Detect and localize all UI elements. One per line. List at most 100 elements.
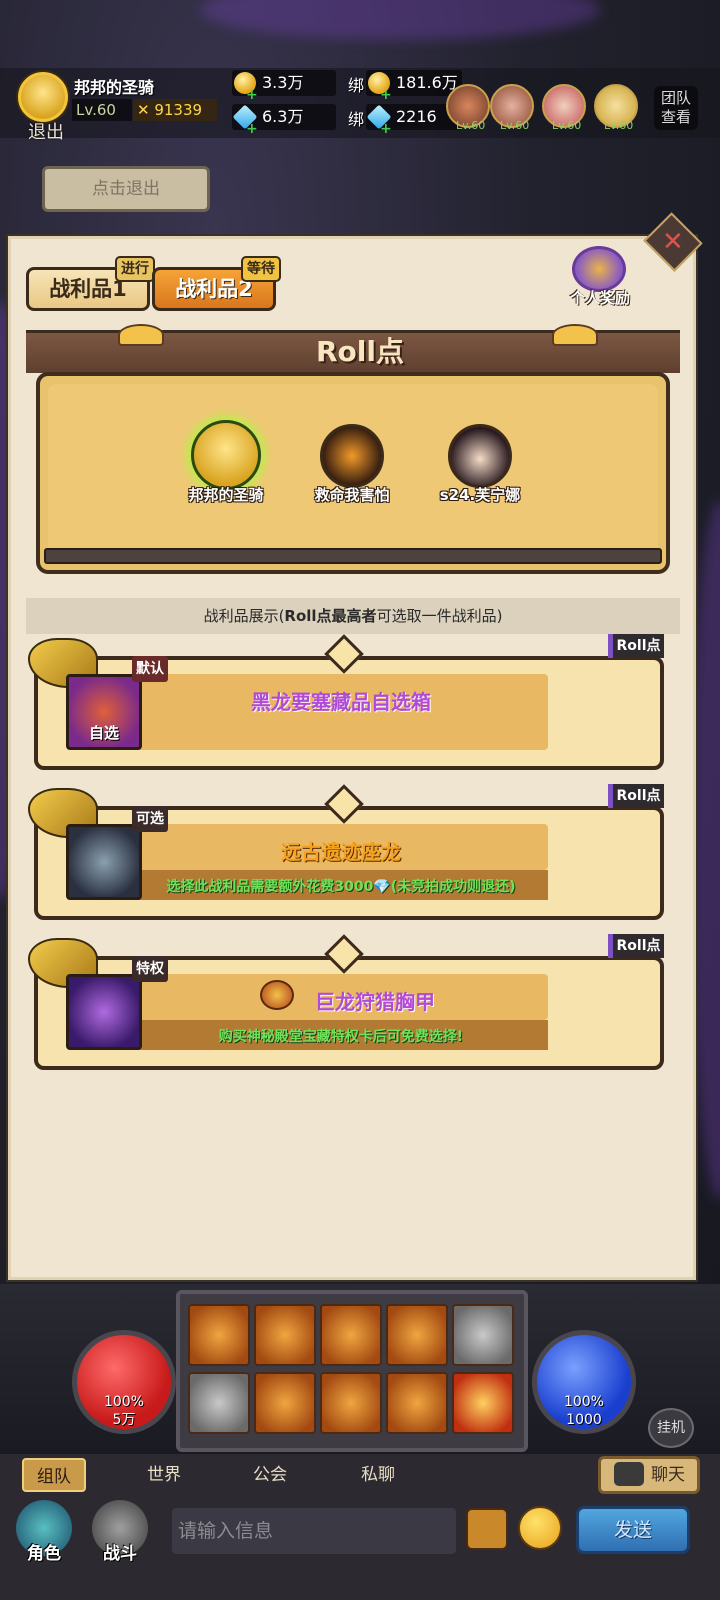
bound-label: 绑 xyxy=(348,110,365,129)
skill-slot-icon[interactable] xyxy=(254,1304,316,1366)
close-icon: ✕ xyxy=(662,226,684,257)
team-level: Lv.60 xyxy=(456,119,486,132)
bound-label: 绑 xyxy=(348,76,365,95)
caption-prefix: 战利品展示( xyxy=(203,607,285,625)
loot-name: 巨龙狩猎胸甲 xyxy=(315,990,435,1014)
tab-loot-1[interactable]: 战利品1 进行 xyxy=(26,256,155,311)
personal-reward-label: 个人奖励 xyxy=(569,289,630,307)
player-level: Lv.60 xyxy=(72,99,132,121)
role-label: 角色 xyxy=(27,1544,61,1564)
caption-suffix: 可选取一件战利品) xyxy=(376,607,503,625)
loot-tag: 默认 xyxy=(132,656,168,682)
exit-label[interactable]: 退出 xyxy=(28,118,64,144)
game-screen: 退出 邦邦的圣骑 Lv.60 ✕ 91339 + 3.3万 + 6.3万 绑 +… xyxy=(0,0,720,1600)
player-power: ✕ 91339 xyxy=(133,99,217,121)
gem-display[interactable]: + 6.3万 xyxy=(232,104,336,137)
caption-bold: Roll点最高者 xyxy=(284,607,377,625)
skill-slot-icon[interactable] xyxy=(452,1372,514,1434)
skill-grid xyxy=(176,1290,528,1452)
hp-value: 5万 xyxy=(112,1412,136,1428)
bound-gold-display[interactable]: + 181.6万 xyxy=(366,70,462,103)
gold-display[interactable]: + 3.3万 xyxy=(232,70,336,103)
loot-tag: 特权 xyxy=(132,956,168,982)
add-icon: + xyxy=(246,121,258,137)
bag-icon[interactable] xyxy=(466,1508,508,1550)
player-name: 邦邦的圣骑 xyxy=(74,78,155,97)
battle-label: 战斗 xyxy=(103,1544,137,1564)
click-exit-button[interactable]: 点击退出 xyxy=(42,166,210,212)
roll-point-button[interactable]: Roll点 xyxy=(608,634,664,658)
team-avatar[interactable]: Lv.60 xyxy=(542,84,586,132)
hp-pct: 100% xyxy=(103,1394,145,1410)
icon-label: 自选 xyxy=(88,724,119,742)
emoji-icon[interactable] xyxy=(518,1506,562,1550)
roll-player-name: 邦邦的圣骑 xyxy=(188,486,264,504)
gold-value: 3.3万 xyxy=(262,73,304,92)
skill-slot-icon[interactable] xyxy=(320,1304,382,1366)
player-avatar[interactable] xyxy=(18,72,68,122)
gem-value: 6.3万 xyxy=(262,107,304,126)
tab-status-badge: 进行 xyxy=(115,256,155,282)
mp-orb: 100% 1000 xyxy=(532,1330,636,1434)
roll-player-name: s24.芙宁娜 xyxy=(439,486,521,504)
skill-slot-icon[interactable] xyxy=(188,1304,250,1366)
roll-player-name: 救命我害怕 xyxy=(314,486,390,504)
auto-battle-button[interactable]: 挂机 xyxy=(648,1408,694,1448)
roll-point-button[interactable]: Roll点 xyxy=(608,784,664,808)
loot-subtext: 选择此战利品需要额外花费3000💎(未竞拍成功则退还) xyxy=(166,879,516,895)
tab-label: 战利品2 xyxy=(175,277,253,301)
tab-loot-2[interactable]: 战利品2 等待 xyxy=(152,256,281,311)
loot-subtext: 购买神秘殿堂宝藏特权卡后可免费选择! xyxy=(218,1029,464,1045)
team-avatar[interactable]: Lv.60 xyxy=(490,84,534,132)
hp-text: 100% 5万 xyxy=(77,1393,171,1429)
treasure-chest-icon xyxy=(572,246,626,292)
skill-slot-icon[interactable] xyxy=(188,1372,250,1434)
role-button[interactable]: 角色 xyxy=(16,1500,72,1564)
team-avatar[interactable]: Lv.60 xyxy=(446,84,490,132)
ancient-dragon-mount-icon xyxy=(66,824,142,900)
chat-input[interactable]: 请输入信息 xyxy=(172,1508,456,1554)
mp-text: 100% 1000 xyxy=(537,1393,631,1429)
team-level: Lv.60 xyxy=(552,119,582,132)
roll-player-avatar[interactable] xyxy=(320,424,384,488)
personal-reward-button[interactable]: 个人奖励 xyxy=(568,242,632,307)
tab-status-badge: 等待 xyxy=(241,256,281,282)
loot-item[interactable]: Roll点 可选 远古遗迹座龙 选择此战利品需要额外花费3000💎(未竞拍成功则… xyxy=(28,784,664,920)
roll-point-button[interactable]: Roll点 xyxy=(608,934,664,958)
send-button[interactable]: 发送 xyxy=(576,1506,690,1554)
bound-gold-value: 181.6万 xyxy=(396,73,458,92)
loot-item[interactable]: Roll点 自选 默认 黑龙要塞藏品自选箱 xyxy=(28,634,664,770)
skill-slot-icon[interactable] xyxy=(386,1304,448,1366)
chest-armor-icon xyxy=(66,974,142,1050)
chat-bubble-icon xyxy=(614,1462,644,1486)
loot-name: 黑龙要塞藏品自选箱 xyxy=(251,690,431,714)
roll-progress-bar xyxy=(44,548,662,564)
chat-tab-world[interactable]: 世界 xyxy=(132,1458,196,1492)
loot-name: 远古遗迹座龙 xyxy=(281,840,401,864)
bound-gem-value: 2216 xyxy=(396,107,437,126)
chat-tab-guild[interactable]: 公会 xyxy=(238,1458,302,1492)
team-view-button[interactable]: 团队查看 xyxy=(654,86,698,130)
roll-player-avatar[interactable] xyxy=(191,420,261,490)
skill-slot-icon[interactable] xyxy=(386,1372,448,1434)
roll-title: Roll点 xyxy=(316,335,404,368)
team-avatars: Lv.60 Lv.60 Lv.60 Lv.60 xyxy=(446,84,651,134)
loot-tag: 可选 xyxy=(132,806,168,832)
power-value: 91339 xyxy=(154,101,203,119)
selectable-box-icon: 自选 xyxy=(66,674,142,750)
team-level: Lv.60 xyxy=(500,119,530,132)
skill-slot-icon[interactable] xyxy=(254,1372,316,1434)
roll-player-avatar[interactable] xyxy=(448,424,512,488)
team-level: Lv.60 xyxy=(604,119,634,132)
team-avatar[interactable]: Lv.60 xyxy=(594,84,638,132)
skill-slot-icon[interactable] xyxy=(452,1304,514,1366)
chat-tab-private[interactable]: 私聊 xyxy=(346,1458,410,1492)
loot-item[interactable]: Roll点 特权 巨龙狩猎胸甲 购买神秘殿堂宝藏特权卡后可免费选择! xyxy=(28,934,664,1070)
tab-label: 战利品1 xyxy=(49,277,127,301)
skill-slot-icon[interactable] xyxy=(320,1372,382,1434)
loot-caption: 战利品展示(Roll点最高者可选取一件战利品) xyxy=(26,598,680,634)
mp-value: 1000 xyxy=(566,1412,602,1428)
hp-orb: 100% 5万 xyxy=(72,1330,176,1434)
battle-button[interactable]: 战斗 xyxy=(92,1500,148,1564)
chat-tab-team[interactable]: 组队 xyxy=(22,1458,86,1492)
